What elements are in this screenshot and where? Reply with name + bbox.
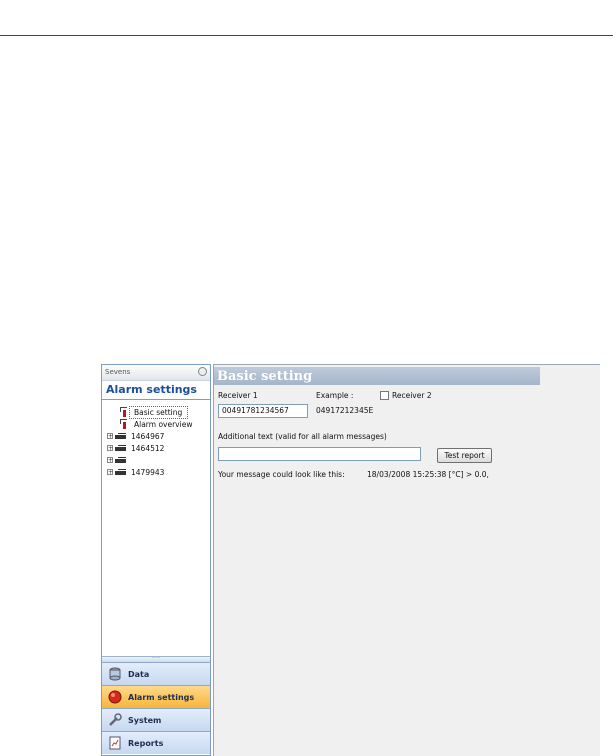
- device-icon: [115, 457, 126, 463]
- wrench-icon: [108, 713, 122, 727]
- tree-item-label: 1464512: [131, 444, 165, 453]
- navigation-pane: Sevens Alarm settings Basic setting Alar…: [101, 364, 211, 756]
- receiver1-label: Receiver 1: [218, 391, 258, 400]
- alarm-overview-icon: [118, 419, 128, 429]
- settings-tree: Basic setting Alarm overview + 1464967 +…: [102, 400, 210, 650]
- expand-icon[interactable]: +: [107, 433, 113, 440]
- content-header: Basic setting: [214, 367, 540, 385]
- example-value: 04917212345E: [316, 406, 374, 415]
- additional-text-input[interactable]: [218, 447, 421, 461]
- nav-button-reports[interactable]: Reports: [102, 731, 210, 754]
- tree-item-label: 1464967: [131, 432, 165, 441]
- alarm-bell-icon: [108, 690, 122, 704]
- expand-icon[interactable]: +: [107, 457, 113, 464]
- page-title: Basic setting: [217, 369, 313, 384]
- pane-header: Sevens: [102, 365, 210, 381]
- example-label: Example :: [316, 391, 354, 400]
- alarm-setting-icon: [118, 407, 128, 417]
- additional-text-label: Additional text (valid for all alarm mes…: [218, 432, 387, 441]
- pin-icon[interactable]: [198, 367, 207, 376]
- device-icon: [115, 433, 126, 439]
- content-panel: Basic setting Receiver 1 Example : Recei…: [213, 364, 600, 756]
- message-preview-label: Your message could look like this:: [218, 470, 345, 479]
- nav-button-label: System: [128, 716, 162, 725]
- nav-button-system[interactable]: System: [102, 708, 210, 731]
- receiver2-label: Receiver 2: [392, 391, 432, 400]
- test-report-button[interactable]: Test report: [437, 448, 492, 463]
- tree-item-label: Alarm overview: [134, 420, 193, 429]
- message-preview-value: 18/03/2008 15:25:38 [°C] > 0.0,: [367, 470, 489, 479]
- receiver1-input[interactable]: 00491781234567: [218, 404, 308, 418]
- nav-button-alarm-settings[interactable]: Alarm settings: [102, 685, 210, 708]
- device-icon: [115, 469, 126, 475]
- page-top-rule: [0, 35, 613, 36]
- nav-button-label: Reports: [128, 739, 164, 748]
- receiver2-checkbox[interactable]: [380, 391, 389, 400]
- pane-header-label: Sevens: [105, 368, 131, 376]
- expand-icon[interactable]: +: [107, 445, 113, 452]
- nav-button-label: Alarm settings: [128, 693, 195, 702]
- tree-item-label: 1479943: [131, 468, 165, 477]
- tree-item-label: Basic setting: [134, 408, 183, 417]
- report-icon: [108, 736, 122, 750]
- pane-title: Alarm settings: [102, 381, 210, 400]
- expand-icon[interactable]: +: [107, 469, 113, 476]
- database-icon: [108, 667, 122, 681]
- nav-button-label: Data: [128, 670, 150, 679]
- nav-button-data[interactable]: Data: [102, 662, 210, 685]
- device-icon: [115, 445, 126, 451]
